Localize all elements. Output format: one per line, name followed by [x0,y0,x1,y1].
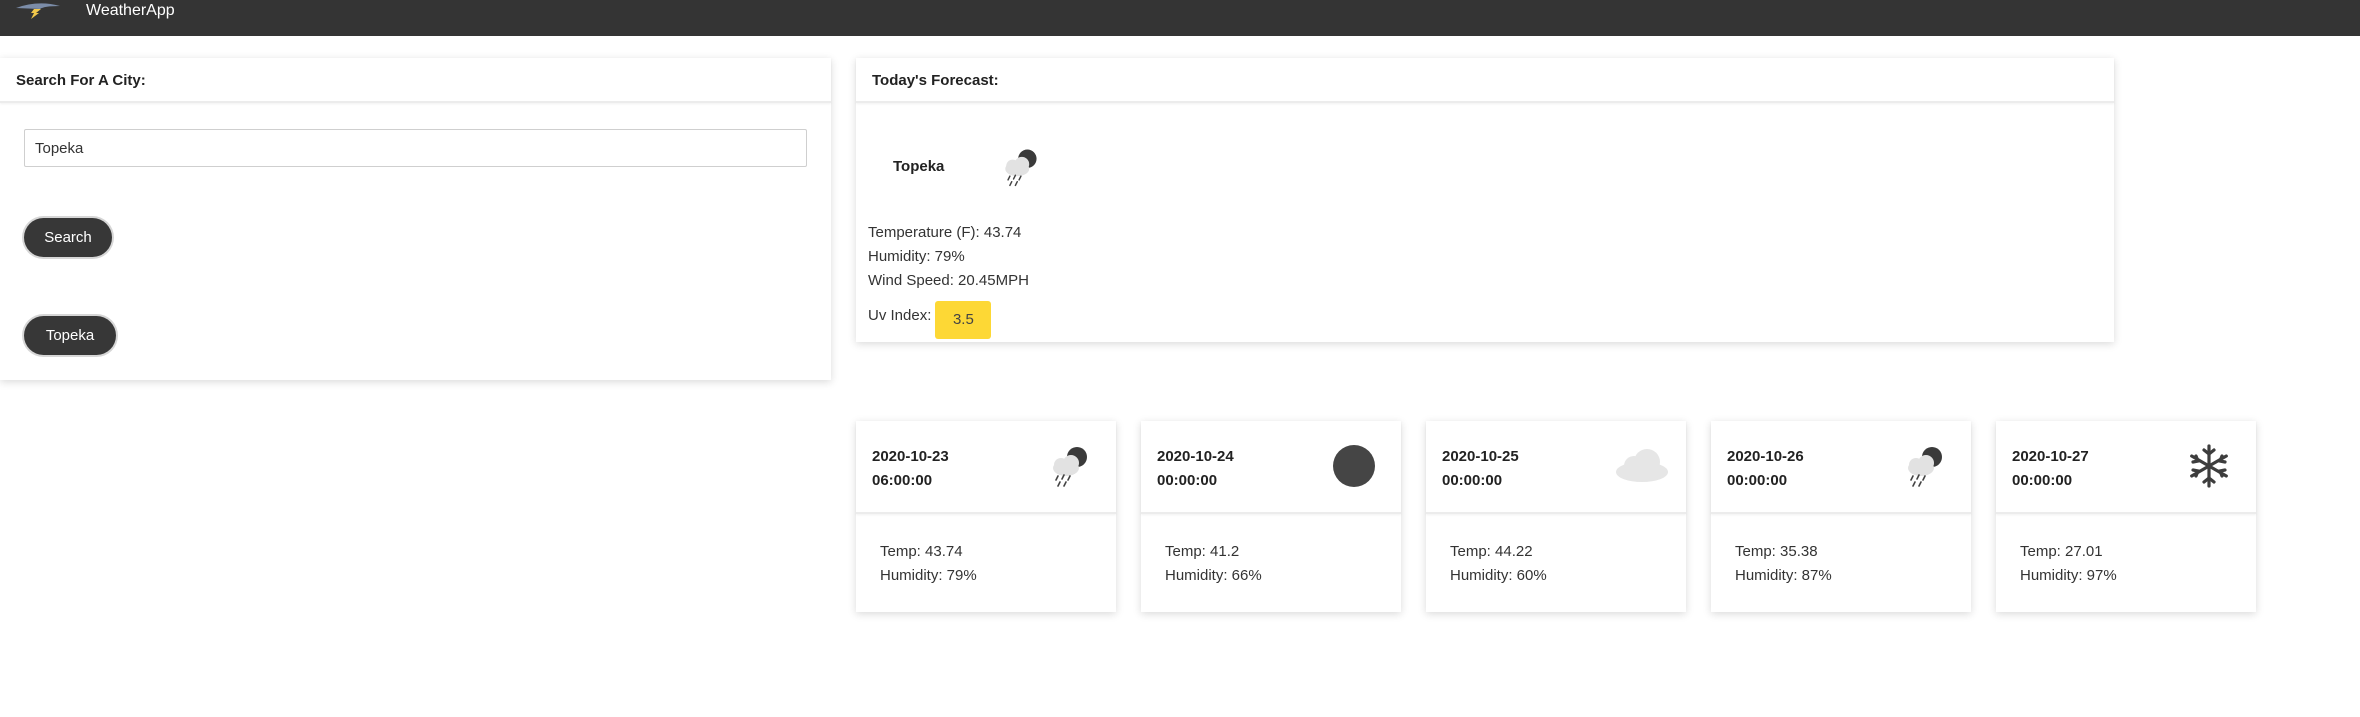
today-forecast-card: Today's Forecast: Topeka Temperature (F)… [856,58,2114,342]
forecast-date: 2020-10-26 [1727,448,1804,465]
forecast-humidity: Humidity: 60% [1450,567,1547,584]
snowflake-icon [2184,441,2234,491]
forecast-card-day-2: 2020-10-24 00:00:00 Temp: 41.2 Humidity:… [1141,421,1401,612]
forecast-temp: Temp: 35.38 [1735,543,1818,560]
forecast-date: 2020-10-24 [1157,448,1234,465]
uv-index-badge: 3.5 [935,301,992,339]
today-city-name: Topeka [893,158,945,175]
forecast-card-day-3: 2020-10-25 00:00:00 Temp: 44.22 Humidity… [1426,421,1686,612]
forecast-card-header: 2020-10-23 06:00:00 [856,421,1116,514]
forecast-card-day-1: 2020-10-23 06:00:00 Temp: 43.74 Humidity… [856,421,1116,612]
forecast-temp: Temp: 27.01 [2020,543,2103,560]
app-title[interactable]: WeatherApp [86,1,175,21]
today-card-header: Today's Forecast: [856,58,2114,103]
navbar: WeatherApp [0,0,2360,36]
forecast-humidity: Humidity: 87% [1735,567,1832,584]
forecast-humidity: Humidity: 66% [1165,567,1262,584]
today-temperature: Temperature (F): 43.74 [868,224,1022,241]
forecast-card-body: Temp: 43.74 Humidity: 79% [880,540,977,588]
forecast-time: 00:00:00 [1442,472,1503,489]
forecast-date: 2020-10-27 [2012,448,2089,465]
uv-index-row: Uv Index: 3.5 [868,293,1029,339]
moon-icon [1329,441,1379,491]
today-wind-speed: Wind Speed: 20.45MPH [868,272,1029,289]
forecast-card-day-5: 2020-10-27 00:00:00 Temp: 27.01 Humidity… [1996,421,2256,612]
forecast-humidity: Humidity: 97% [2020,567,2117,584]
search-card: Search For A City: Search Topeka [0,58,831,380]
forecast-card-body: Temp: 41.2 Humidity: 66% [1165,540,1262,588]
rain-cloud-moon-icon [1899,441,1949,491]
rain-cloud-moon-icon [1044,441,1094,491]
forecast-date: 2020-10-23 [872,448,949,465]
forecast-card-day-4: 2020-10-26 00:00:00 Temp: 35.38 Humidity… [1711,421,1971,612]
today-humidity: Humidity: 79% [868,248,965,265]
history-city-button[interactable]: Topeka [24,316,116,355]
today-details: Temperature (F): 43.74 Humidity: 79% Win… [868,221,1029,339]
forecast-temp: Temp: 44.22 [1450,543,1533,560]
forecast-humidity: Humidity: 79% [880,567,977,584]
forecast-time: 00:00:00 [2012,472,2073,489]
uv-index-label: Uv Index: [868,307,932,324]
forecast-card-header: 2020-10-27 00:00:00 [1996,421,2256,514]
forecast-card-body: Temp: 27.01 Humidity: 97% [2020,540,2117,588]
rain-cloud-moon-icon [997,144,1043,190]
forecast-datetime: 2020-10-26 00:00:00 [1727,445,1804,493]
forecast-card-header: 2020-10-26 00:00:00 [1711,421,1971,514]
forecast-time: 06:00:00 [872,472,933,489]
forecast-datetime: 2020-10-27 00:00:00 [2012,445,2089,493]
forecast-date: 2020-10-25 [1442,448,1519,465]
forecast-temp: Temp: 43.74 [880,543,963,560]
cloud-icon [1612,445,1672,485]
forecast-time: 00:00:00 [1727,472,1788,489]
forecast-temp: Temp: 41.2 [1165,543,1240,560]
lightning-logo-icon[interactable] [14,0,62,20]
city-search-input[interactable] [24,129,807,167]
forecast-card-body: Temp: 35.38 Humidity: 87% [1735,540,1832,588]
forecast-card-header: 2020-10-25 00:00:00 [1426,421,1686,514]
forecast-card-header: 2020-10-24 00:00:00 [1141,421,1401,514]
search-button[interactable]: Search [24,218,112,257]
forecast-datetime: 2020-10-25 00:00:00 [1442,445,1519,493]
forecast-time: 00:00:00 [1157,472,1218,489]
forecast-card-body: Temp: 44.22 Humidity: 60% [1450,540,1547,588]
search-card-header: Search For A City: [0,58,831,103]
forecast-datetime: 2020-10-23 06:00:00 [872,445,949,493]
forecast-datetime: 2020-10-24 00:00:00 [1157,445,1234,493]
